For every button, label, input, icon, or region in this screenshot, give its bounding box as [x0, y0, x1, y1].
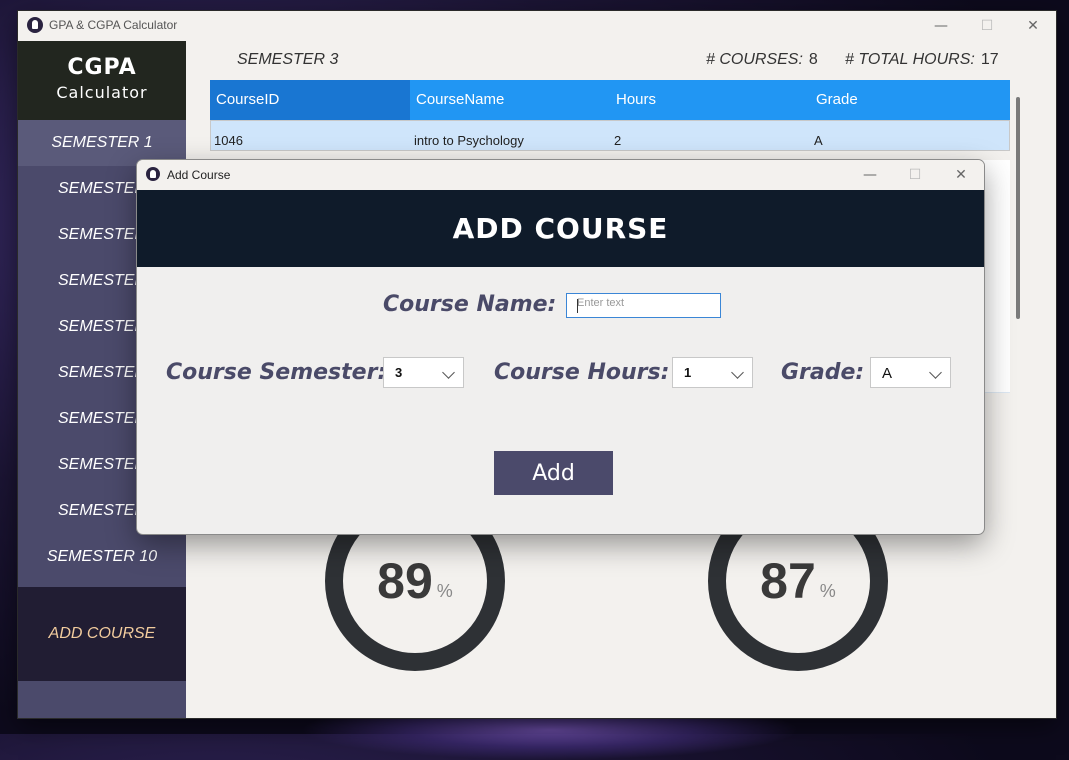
dialog-minimize-button[interactable]: — — [847, 160, 893, 190]
chevron-down-icon — [731, 366, 744, 379]
column-header-hours[interactable]: Hours — [610, 80, 810, 120]
add-course-dialog: Add Course — ☐ ✕ ADD COURSE Course Name:… — [137, 160, 984, 534]
total-hours-value: 17 — [980, 51, 999, 68]
column-header-grade[interactable]: Grade — [810, 80, 1010, 120]
dialog-titlebar[interactable]: Add Course — ☐ ✕ — [137, 160, 984, 190]
chevron-down-icon — [442, 366, 455, 379]
course-name-input[interactable]: Enter text — [566, 293, 721, 318]
grade-select[interactable]: A — [870, 357, 951, 388]
dialog-title: Add Course — [167, 168, 231, 182]
app-icon — [27, 17, 43, 33]
app-logo: CGPA Calculator — [18, 41, 186, 120]
gpa-gauge-unit: % — [436, 580, 453, 601]
course-hours-select[interactable]: 1 — [672, 357, 753, 388]
close-button[interactable]: ✕ — [1010, 11, 1056, 41]
logo-subtitle: Calculator — [56, 83, 148, 102]
table-header: CourseID CourseName Hours Grade — [210, 80, 1010, 120]
gpa-gauge-value: 89 — [377, 553, 433, 609]
dialog-app-icon — [146, 167, 160, 181]
course-semester-label: Course Semester: — [166, 360, 387, 385]
chevron-down-icon — [929, 366, 942, 379]
grade-label: Grade: — [781, 360, 865, 385]
cell-hours: 2 — [614, 133, 622, 148]
dialog-maximize-button[interactable]: ☐ — [892, 160, 938, 190]
course-semester-select[interactable]: 3 — [383, 357, 464, 388]
table-scrollbar[interactable] — [1016, 97, 1020, 319]
column-header-coursename[interactable]: CourseName — [410, 80, 610, 120]
window-title: GPA & CGPA Calculator — [49, 18, 178, 32]
total-hours: # TOTAL HOURS: 17 — [845, 51, 999, 69]
add-button[interactable]: Add — [494, 451, 613, 495]
cell-courseid: 1046 — [214, 133, 243, 148]
total-hours-label: # TOTAL HOURS: — [845, 51, 975, 68]
sidebar-item-semester-10[interactable]: SEMESTER 10 — [18, 534, 186, 580]
cgpa-gauge-value: 87 — [760, 553, 816, 609]
courses-count: # COURSES: 8 — [706, 51, 818, 69]
cell-coursename: intro to Psychology — [414, 133, 524, 148]
minimize-button[interactable]: — — [918, 11, 964, 41]
dialog-close-button[interactable]: ✕ — [938, 160, 984, 190]
course-hours-value: 1 — [684, 365, 692, 380]
grade-value: A — [882, 365, 893, 382]
column-header-courseid[interactable]: CourseID — [210, 80, 410, 120]
course-hours-label: Course Hours: — [494, 360, 670, 385]
courses-count-value: 8 — [808, 51, 818, 68]
cgpa-gauge-unit: % — [819, 580, 836, 601]
course-name-label: Course Name: — [383, 292, 557, 317]
course-semester-value: 3 — [395, 365, 403, 380]
sidebar-add-course-button[interactable]: ADD COURSE — [18, 587, 186, 681]
main-titlebar[interactable]: GPA & CGPA Calculator — ☐ ✕ — [18, 11, 1056, 41]
dialog-banner: ADD COURSE — [137, 190, 984, 267]
table-row[interactable]: 1046 intro to Psychology 2 A — [210, 120, 1010, 151]
cell-grade: A — [814, 133, 823, 148]
courses-count-label: # COURSES: — [706, 51, 803, 68]
semester-heading: SEMESTER 3 — [237, 51, 339, 68]
maximize-button[interactable]: ☐ — [964, 11, 1010, 41]
logo-title: CGPA — [67, 55, 137, 80]
